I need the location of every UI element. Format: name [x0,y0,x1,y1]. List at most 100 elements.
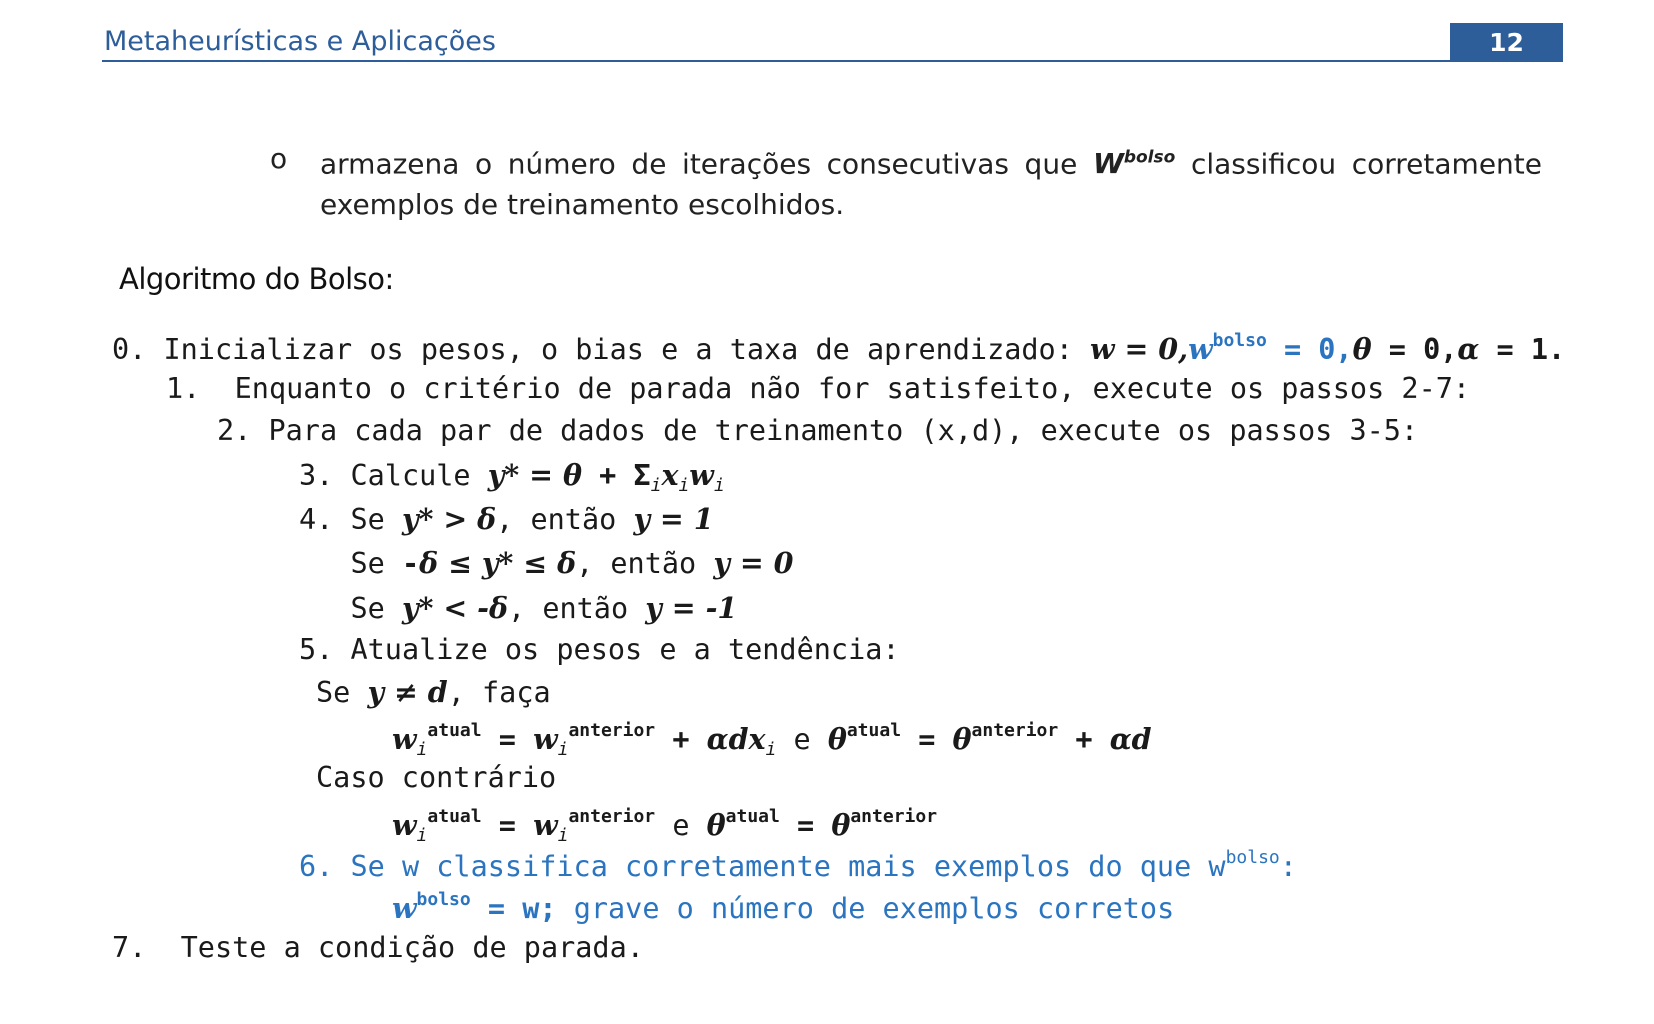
alg-line-5: 5. Atualize os pesos e a tendência: [299,633,900,666]
header-rule [102,60,1563,62]
l4b-then: , então [576,547,714,580]
alg-line-4: 4. Se y* > δ, então y = 1 [299,502,714,536]
l4-cond: y* > [401,502,478,536]
section-title: Algoritmo do Bolso: [119,262,394,296]
alg-line-5b: wiatual = wianterior + αdxi e θatual = θ… [392,720,1152,760]
l3-theta: θ [562,458,582,492]
l5b-eq: = [481,723,534,756]
page-header: Metaheurísticas e Aplicações 12 [102,0,1563,62]
bullet-text: armazena o número de iterações consecuti… [320,138,1542,225]
alg-line-1: 1. Enquanto o critério de parada não for… [166,372,1471,405]
l5b-e: e [776,723,828,756]
l4c-text: Se [299,592,402,625]
l4c-cond: y* < - [401,591,489,625]
alg-line-5c: wiatual = wianterior e θatual = θanterio… [392,806,937,846]
l4-res: y = 1 [633,502,714,536]
l6-text: 6. Se w classifica corretamente mais exe… [299,850,1226,883]
alg-line-2: 2. Para cada par de dados de treinamento… [217,414,1419,447]
l6-bolso-sup: bolso [1225,847,1280,868]
l5b-theta-atual: atual [846,720,902,741]
alg-line-7: 7. Teste a condição de parada. [112,931,644,964]
l3-plus: + Σ [581,459,651,492]
l5b-theta-anterior: anterior [971,720,1059,741]
l4b-delta: δ [419,546,439,580]
l4-then: , então [496,503,634,536]
l5b-x-i: i [765,739,777,760]
alg-line-4b: Se -δ ≤ y* ≤ δ, então y = 0 [299,546,793,580]
bullet-mark: o [270,142,288,175]
alg-line-caso: Caso contrário [316,761,557,794]
l5b-w: w [392,722,417,756]
l5c-eq2: = [779,809,832,842]
l5b-plus: + [655,723,707,756]
page-number: 12 [1450,23,1563,62]
l3-ystar: y* = [487,458,563,492]
l3-x: x [661,458,679,492]
l5b-w-i: i [416,739,428,760]
w-letter: W [1092,147,1124,181]
l0-text: 0. Inicializar os pesos, o bias e a taxa… [112,333,1091,366]
l4-delta: δ [477,502,497,536]
l5c-theta-atual: atual [725,806,780,827]
l5b-theta: θ [827,722,847,756]
bullet-text-before: armazena o número de iterações consecuti… [320,147,1078,181]
w-sup: bolso [1123,148,1176,168]
l4b-delta2: δ [557,546,577,580]
l6b-w: w [392,891,417,925]
l4b-minus: - [401,547,420,580]
w-bolso-symbol: Wbolso [1093,147,1175,180]
l4b-cond: ≤ y* ≤ [438,546,558,580]
l5b-plus2: + [1058,723,1110,756]
l5b-eq2: = [901,723,953,756]
l0-wbolso: w [1188,332,1213,366]
alg-line-5a: Se y ≠ d, faça [316,675,551,709]
l5c-w: w [392,808,417,842]
l5b-w2-i: i [557,739,569,760]
l0-alpha: α [1457,332,1480,366]
l0-w: w = 0, [1090,332,1189,366]
l0-bolso-sup: bolso [1212,330,1267,351]
l0-theta: θ [1352,332,1372,366]
l5c-w2: w [533,808,558,842]
l5a-se: Se [316,676,368,709]
l5c-eq: = [481,809,534,842]
l0-end: = 1. [1479,333,1566,366]
l4-text: 4. Se [299,503,402,536]
l5a-cond: y ≠ d [367,675,448,709]
header-title: Metaheurísticas e Aplicações [104,26,496,57]
l5c-anterior: anterior [568,806,656,827]
l3-w-i: i [713,475,725,496]
l5b-w2: w [533,722,558,756]
l5c-w2-i: i [557,825,569,846]
l3-x-i: i [678,475,690,496]
l5b-theta2: θ [952,722,972,756]
l0-rest: = 0, [1371,333,1458,366]
l5a-faca: , faça [447,676,551,709]
l6b-bolso-sup: bolso [416,889,471,910]
alg-line-6b: wbolso = w; grave o número de exemplos c… [392,889,1174,925]
l3-sum-i: i [650,475,662,496]
l4b-res: y = 0 [713,546,794,580]
l3-w: w [689,458,714,492]
l5c-theta2: θ [831,808,851,842]
l3-text: 3. Calcule [299,459,488,492]
l5b-atual: atual [427,720,482,741]
l5c-theta-anterior: anterior [850,806,938,827]
l4c-delta: δ [488,591,508,625]
l6b-assign: = w; [470,892,574,925]
l4c-then: , então [508,592,646,625]
alg-line-6: 6. Se w classifica corretamente mais exe… [299,847,1297,883]
l5b-anterior: anterior [568,720,656,741]
l5c-w-i: i [416,825,428,846]
l5b-ad: αd [1109,722,1152,756]
l5c-theta: θ [706,808,726,842]
l5b-adx: αdx [706,722,766,756]
l6-end: : [1279,850,1297,883]
alg-line-4c: Se y* < -δ, então y = -1 [299,591,737,625]
l4c-res: y = -1 [645,591,738,625]
l5c-e: e [655,809,707,842]
alg-line-0: 0. Inicializar os pesos, o bias e a taxa… [112,330,1565,366]
l0-eq0: = 0, [1266,333,1353,366]
l6b-text: grave o número de exemplos corretos [573,892,1175,925]
l4b-text: Se [299,547,402,580]
